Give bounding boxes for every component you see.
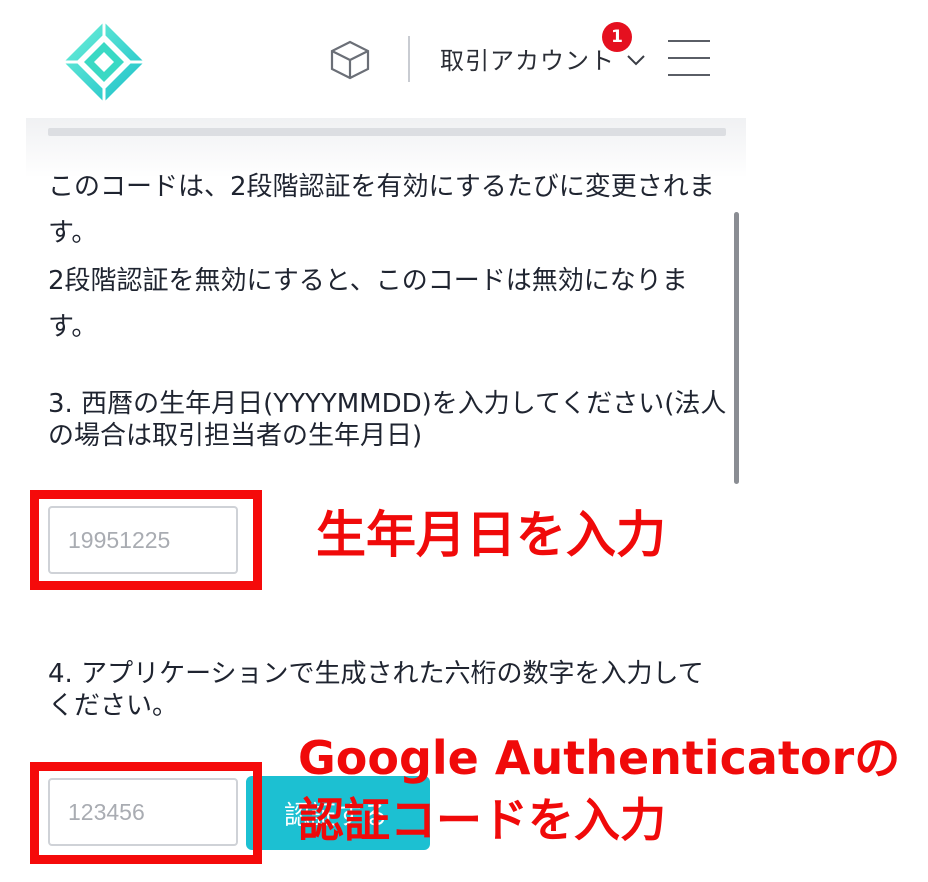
panel-scrollbar[interactable] — [734, 212, 739, 484]
header-divider — [408, 36, 410, 82]
code-change-notice: このコードは、2段階認証を有効にするたびに変更されます。 — [48, 172, 715, 248]
cube-icon[interactable] — [326, 36, 374, 84]
step4-instruction: 4. アプリケーションで生成された六桁の数字を入力してください。 — [48, 659, 704, 721]
auth-code-annotation-line1: Google Authenticatorの — [298, 731, 901, 785]
app-header: 取引アカウント 1 — [0, 0, 928, 118]
step3-instruction: 3. 西暦の生年月日(YYYYMMDD)を入力してください(法人の場合は取引担当… — [48, 389, 727, 451]
brand-logo-icon[interactable] — [62, 20, 146, 104]
hamburger-menu-icon[interactable] — [668, 38, 710, 78]
auth-code-highlight-box — [30, 762, 262, 864]
panel-top-bar — [48, 128, 726, 136]
chevron-down-icon — [627, 55, 645, 66]
notification-badge[interactable]: 1 — [602, 22, 632, 52]
birthdate-highlight-box — [30, 490, 262, 590]
auth-code-annotation-line2: 認証コードを入力 — [298, 793, 666, 847]
birthdate-annotation: 生年月日を入力 — [316, 506, 666, 564]
code-invalid-notice: 2段階認証を無効にすると、このコードは無効になります。 — [48, 266, 688, 342]
account-label: 取引アカウント — [440, 46, 615, 75]
